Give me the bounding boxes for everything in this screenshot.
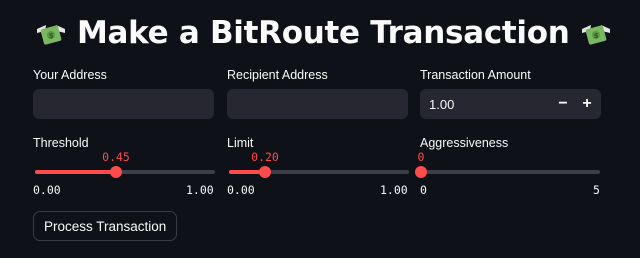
process-transaction-button[interactable]: Process Transaction [33, 211, 178, 241]
aggressiveness-max: 5 [593, 183, 600, 197]
recipient-address-label: Recipient Address [227, 68, 328, 82]
aggressiveness-min: 0 [420, 183, 427, 197]
limit-value: 0.20 [251, 150, 279, 164]
transaction-amount-label: Transaction Amount [420, 68, 531, 82]
your-address-label: Your Address [33, 68, 107, 82]
limit-slider[interactable] [229, 166, 409, 178]
threshold-slider-fill [35, 170, 116, 174]
decrement-button[interactable]: − [551, 89, 575, 119]
increment-button[interactable]: + [575, 89, 599, 119]
aggressiveness-value: 0 [417, 150, 425, 164]
threshold-max: 1.00 [186, 183, 214, 197]
threshold-value: 0.45 [102, 150, 130, 164]
limit-max: 1.00 [380, 183, 408, 197]
threshold-label: Threshold [33, 136, 89, 150]
limit-label: Limit [227, 136, 254, 150]
limit-min: 0.00 [227, 183, 255, 197]
your-address-input[interactable] [33, 89, 214, 119]
recipient-address-input[interactable] [227, 89, 408, 119]
threshold-min: 0.00 [33, 183, 61, 197]
limit-slider-thumb[interactable] [259, 166, 271, 178]
money-with-wings-icon: $ [581, 25, 610, 45]
page-title-text: Make a BitRoute Transaction [77, 15, 570, 51]
page-title: $ Make a BitRoute Transaction $ [33, 8, 614, 58]
svg-text:$: $ [49, 32, 54, 40]
svg-text:$: $ [593, 32, 598, 40]
aggressiveness-slider-thumb[interactable] [415, 166, 427, 178]
transaction-amount-value[interactable]: 1.00 [420, 97, 551, 112]
transaction-amount-input[interactable]: 1.00 − + [420, 89, 601, 119]
threshold-slider[interactable] [35, 166, 215, 178]
money-with-wings-icon: $ [37, 25, 65, 45]
aggressiveness-slider[interactable] [415, 166, 600, 178]
threshold-slider-thumb[interactable] [110, 166, 122, 178]
aggressiveness-label: Aggressiveness [420, 136, 509, 150]
